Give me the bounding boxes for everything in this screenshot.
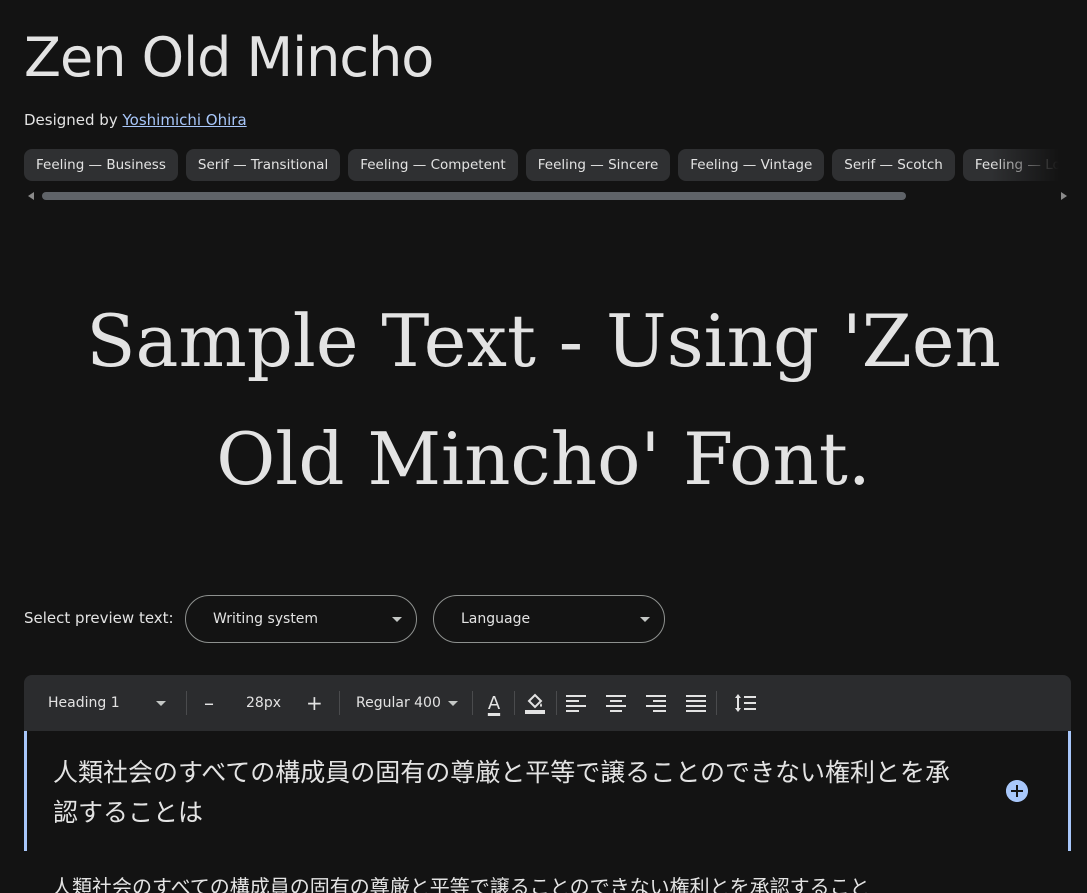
font-title: Zen Old Mincho xyxy=(24,26,434,89)
toolbar-divider xyxy=(514,691,515,715)
tags-fade xyxy=(991,149,1071,182)
text-color-icon: A xyxy=(487,692,501,714)
toolbar-divider xyxy=(716,691,717,715)
designed-by-label: Designed by xyxy=(24,111,118,129)
writing-system-value: Writing system xyxy=(213,611,319,627)
preview-label: Select preview text: xyxy=(24,609,174,627)
align-left-button[interactable] xyxy=(566,675,586,731)
align-justify-button[interactable] xyxy=(686,675,706,731)
language-select[interactable]: Language xyxy=(433,595,665,643)
style-select[interactable]: Heading 1 xyxy=(48,675,166,731)
tag-chip[interactable]: Serif — Scotch xyxy=(832,149,955,181)
align-left-icon xyxy=(566,695,586,712)
align-right-icon xyxy=(646,695,666,712)
scroll-left-arrow-icon[interactable] xyxy=(28,192,34,200)
tag-chip[interactable]: Feeling — Business xyxy=(24,149,178,181)
chevron-down-icon xyxy=(392,617,402,622)
hero-sample-text[interactable]: Sample Text - Using 'Zen Old Mincho' Fon… xyxy=(40,282,1047,518)
paint-bucket-icon xyxy=(525,693,545,714)
align-center-icon xyxy=(606,695,626,712)
tag-chip[interactable]: Feeling — Vintage xyxy=(678,149,825,181)
highlight-color-button[interactable] xyxy=(524,675,546,731)
language-value: Language xyxy=(461,611,531,627)
toolbar-divider xyxy=(339,691,340,715)
font-page: Zen Old Mincho Designed by Yoshimichi Oh… xyxy=(0,0,1087,893)
minus-icon: – xyxy=(204,691,214,715)
text-color-button[interactable]: A xyxy=(484,675,504,731)
align-justify-icon xyxy=(686,695,706,712)
editor-heading-text[interactable]: 人類社会のすべての構成員の固有の尊厳と平等で譲ることのできない権利とを承認するこ… xyxy=(53,753,953,833)
weight-value: Regular 400 xyxy=(356,695,441,711)
tag-list: Feeling — Business Serif — Transitional … xyxy=(24,149,1071,182)
align-center-button[interactable] xyxy=(606,675,626,731)
chevron-down-icon xyxy=(156,700,166,706)
designer-line: Designed by Yoshimichi Ohira xyxy=(24,111,247,129)
chevron-down-icon xyxy=(640,617,650,622)
editor-body-text[interactable]: 人類社会のすべての構成員の固有の尊厳と平等で譲ることのできない権利とを承認するこ… xyxy=(52,872,1052,893)
line-height-button[interactable] xyxy=(734,675,756,731)
tag-chip[interactable]: Feeling — Sincere xyxy=(525,149,671,181)
scrollbar-thumb[interactable] xyxy=(42,192,906,200)
designer-link[interactable]: Yoshimichi Ohira xyxy=(123,111,247,129)
chevron-down-icon xyxy=(448,700,458,706)
decrease-size-button[interactable]: – xyxy=(204,675,214,731)
editor-toolbar: Heading 1 – 28px + Regular 400 A xyxy=(24,675,1071,731)
style-value: Heading 1 xyxy=(48,695,120,711)
align-right-button[interactable] xyxy=(646,675,666,731)
scroll-right-arrow-icon[interactable] xyxy=(1061,192,1067,200)
tag-chip[interactable]: Feeling — Competent xyxy=(348,149,518,181)
weight-select[interactable]: Regular 400 xyxy=(356,675,458,731)
toolbar-divider xyxy=(556,691,557,715)
toolbar-divider xyxy=(472,691,473,715)
plus-icon: + xyxy=(306,691,323,715)
line-height-icon xyxy=(735,694,756,712)
font-size-text: 28px xyxy=(246,695,281,711)
tags-scrollbar[interactable] xyxy=(24,189,1071,203)
preview-editor[interactable]: 人類社会のすべての構成員の固有の尊厳と平等で譲ることのできない権利とを承認するこ… xyxy=(24,731,1071,851)
add-circle-icon[interactable] xyxy=(1006,780,1028,802)
font-size-value[interactable]: 28px xyxy=(246,675,281,731)
writing-system-select[interactable]: Writing system xyxy=(185,595,417,643)
tag-chip[interactable]: Serif — Transitional xyxy=(185,149,341,181)
increase-size-button[interactable]: + xyxy=(306,675,323,731)
toolbar-divider xyxy=(186,691,187,715)
